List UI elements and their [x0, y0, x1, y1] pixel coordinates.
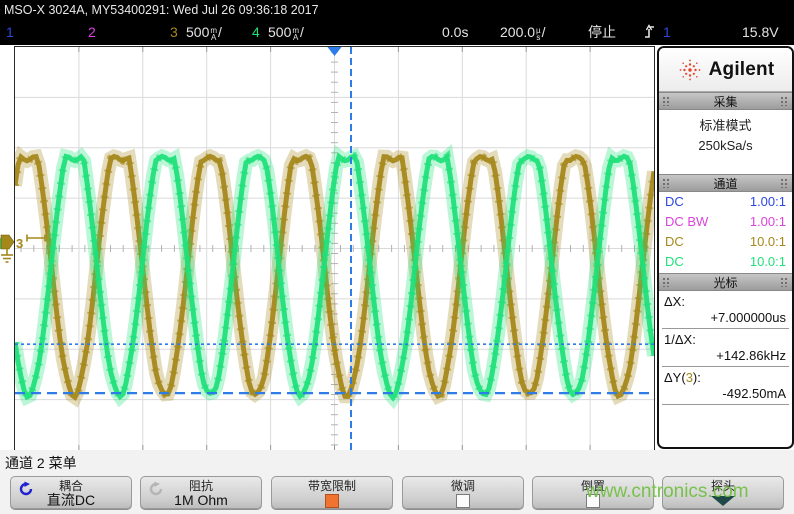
trigger-source[interactable]: 1 [663, 23, 671, 41]
impedance-button[interactable]: 阻抗 1M Ohm [140, 476, 262, 509]
statusbar: 1 2 3 500mA/ 4 500mA/ 0.0s 200.0µs/ 停止 1… [0, 20, 794, 45]
timebase-unit: µs [536, 27, 541, 41]
acquisition-mode: 标准模式 [659, 116, 792, 136]
section-header-cursors[interactable]: 光标 [659, 273, 792, 291]
info-panel: Agilent 采集 标准模式 250kSa/s 通道 DC 1.00:1 [657, 46, 794, 449]
trigger-level[interactable]: 15.8V [742, 23, 779, 41]
waveform-display[interactable] [14, 46, 655, 451]
section-header-channels[interactable]: 通道 [659, 174, 792, 192]
time-position[interactable]: 0.0s [442, 23, 468, 41]
instrument-title: MSO-X 3024A, MY53400291: Wed Jul 26 09:3… [4, 3, 319, 17]
run-state[interactable]: 停止 [588, 23, 616, 41]
channel-3-scale[interactable]: 500mA/ [186, 23, 222, 41]
agilent-starburst-icon [677, 57, 703, 83]
divider [662, 404, 789, 405]
display-area: 3 [0, 45, 794, 450]
channel-1-indicator[interactable]: 1 [6, 23, 14, 41]
channel-1-settings: DC 1.00:1 [659, 192, 792, 212]
oscilloscope-screen: MSO-X 3024A, MY53400291: Wed Jul 26 09:3… [0, 0, 794, 514]
channel-2-indicator[interactable]: 2 [88, 23, 96, 41]
channel-3-indicator[interactable]: 3 [170, 23, 178, 41]
channel-4-indicator[interactable]: 4 [252, 23, 260, 41]
channel-2-settings: DC BW 1.00:1 [659, 212, 792, 232]
section-header-acquisition[interactable]: 采集 [659, 92, 792, 110]
brand-logo: Agilent [659, 48, 792, 92]
titlebar: MSO-X 3024A, MY53400291: Wed Jul 26 09:3… [0, 0, 794, 20]
checkbox-checked-icon [325, 494, 339, 508]
ch4-unit: mA [292, 27, 299, 41]
ground-marker-label: 3 [16, 236, 23, 251]
ground-symbol-icon [1, 249, 13, 262]
channel-3-ground-marker[interactable]: 3 [0, 231, 50, 271]
cursor-anchor-icon [27, 235, 45, 242]
trigger-position-marker[interactable] [328, 47, 342, 56]
channel-3-settings: DC 10.0:1 [659, 232, 792, 252]
delta-x-value: +7.000000us [659, 309, 792, 327]
inverse-delta-x-label: 1/ΔX: [659, 329, 792, 347]
cycle-icon [18, 481, 34, 497]
fine-adjust-button[interactable]: 微调 [402, 476, 524, 509]
brand-name: Agilent [709, 59, 775, 81]
sample-rate: 250kSa/s [659, 136, 792, 156]
bandwidth-limit-button[interactable]: 带宽限制 [271, 476, 393, 509]
coupling-button[interactable]: 耦合 直流DC [10, 476, 132, 509]
channel-4-scale[interactable]: 500mA/ [268, 23, 304, 41]
trigger-edge-icon [644, 24, 655, 44]
delta-y-channel: 3 [686, 370, 693, 385]
timebase[interactable]: 200.0µs/ [500, 23, 546, 41]
softkey-menu: 通道 2 菜单 耦合 直流DC 阻抗 1M Ohm 带宽限制 微调 [0, 450, 794, 514]
delta-x-label: ΔX: [659, 291, 792, 309]
channel-settings-list: DC 1.00:1 DC BW 1.00:1 DC 10.0:1 DC 10.0… [659, 192, 792, 273]
channel-4-settings: DC 10.0:1 [659, 252, 792, 272]
checkbox-unchecked-icon [456, 494, 470, 508]
ch3-unit: mA [210, 27, 217, 41]
cursor-readouts: ΔX: +7.000000us 1/ΔX: +142.86kHz ΔY(3): … [659, 291, 792, 405]
watermark: www.cntronics.com [586, 481, 749, 503]
acquisition-info: 标准模式 250kSa/s [659, 110, 792, 174]
delta-y-value: -492.50mA [659, 385, 792, 403]
delta-y-label: ΔY(3): [659, 367, 792, 385]
cycle-icon [148, 481, 164, 497]
menu-title: 通道 2 菜单 [5, 453, 77, 473]
inverse-delta-x-value: +142.86kHz [659, 347, 792, 365]
